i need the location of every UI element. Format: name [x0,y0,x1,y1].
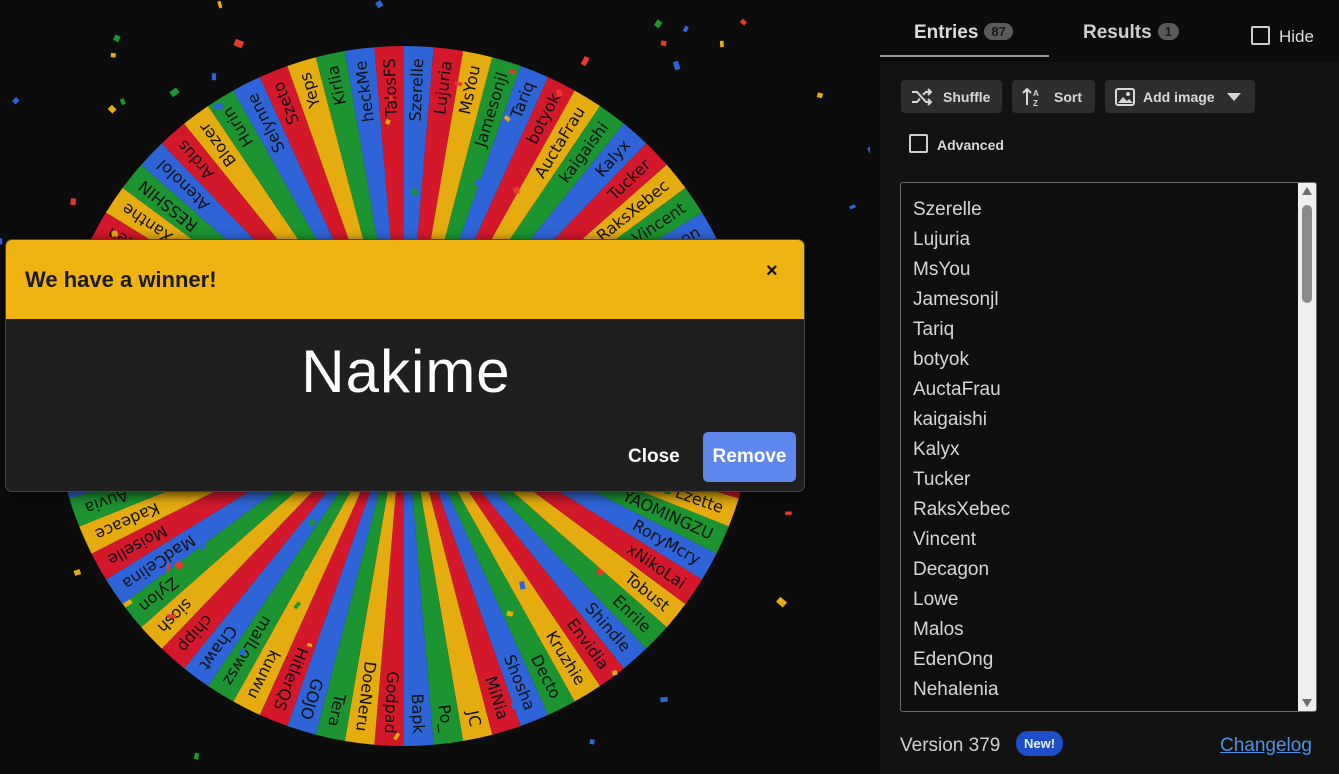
advanced-label: Advanced [937,137,1004,153]
close-icon[interactable]: × [766,260,778,283]
scroll-thumb[interactable] [1302,205,1312,303]
entry-item[interactable]: Lujuria [913,225,1010,255]
entry-item[interactable]: EdenOng [913,645,1010,675]
scroll-down-icon[interactable] [1302,699,1312,707]
wheel-label: Godpad [381,671,403,734]
entry-item[interactable]: Jamesonjl [913,285,1010,315]
dialog-title: We have a winner! [25,267,217,292]
advanced-checkbox[interactable]: Advanced [909,134,1004,153]
tab-entries[interactable]: Entries 87 [914,22,1013,44]
sort-button[interactable]: A Z Sort [1012,80,1095,113]
active-tab-indicator [880,55,1049,57]
scroll-up-icon[interactable] [1302,187,1312,195]
shuffle-label: Shuffle [943,88,991,105]
close-button[interactable]: Close [618,432,690,482]
entry-item[interactable]: Lowe [913,585,1010,615]
winner-name: Nakime [301,338,511,405]
entry-item[interactable]: Vincent [913,525,1010,555]
side-panel: Entries 87 Results 1 Hide Shuffle A Z Sort [880,0,1339,774]
wheel-label: Bapk [408,693,429,735]
tab-results[interactable]: Results 1 [1083,22,1179,44]
entries-panel: Shuffle A Z Sort Add image Advanced Szer… [880,62,1339,774]
shuffle-icon [912,87,933,106]
svg-text:Z: Z [1033,99,1038,107]
hide-checkbox[interactable]: Hide [1251,26,1314,47]
entries-textarea[interactable]: Szerelle Lujuria MsYou Jamesonjl Tariq botyok… [900,182,1317,712]
entry-item[interactable]: AuctaFrau [913,375,1010,405]
new-badge: New! [1016,731,1064,756]
checkbox-icon[interactable] [909,134,928,153]
entry-item[interactable]: RaksXebec [913,495,1010,525]
entries-count-badge: 87 [984,23,1013,40]
entry-item[interactable]: Nehalenia [913,675,1010,705]
remove-button[interactable]: Remove [703,432,796,482]
wheel-label: TalosFS [380,58,402,118]
entry-item[interactable]: botyok [913,345,1010,375]
entry-item[interactable]: MsYou [913,255,1010,285]
results-count-badge: 1 [1157,23,1179,40]
svg-text:A: A [1033,89,1039,98]
add-image-button[interactable]: Add image [1105,80,1255,113]
changelog-link[interactable]: Changelog [1220,735,1312,757]
image-icon [1115,87,1135,106]
dialog-header: We have a winner! × [6,240,804,319]
hide-label: Hide [1279,27,1314,46]
version-label: Version 379 [900,735,1001,756]
entry-item[interactable]: Tariq [913,315,1010,345]
checkbox-icon[interactable] [1251,26,1270,45]
entries-list: Szerelle Lujuria MsYou Jamesonjl Tariq botyok… [913,195,1010,705]
add-image-label: Add image [1143,88,1215,105]
entry-item[interactable]: Decagon [913,555,1010,585]
entry-item[interactable]: Malos [913,615,1010,645]
entries-scrollbar[interactable] [1298,183,1316,711]
entry-item[interactable]: kaigaishi [913,405,1010,435]
entry-item[interactable]: Tucker [913,465,1010,495]
sort-icon: A Z [1022,87,1039,107]
wheel-label: Szerelle [406,58,428,122]
tab-results-label: Results [1083,22,1152,43]
tab-entries-label: Entries [914,22,979,43]
entry-item[interactable]: Kalyx [913,435,1010,465]
entry-item[interactable]: Szerelle [913,195,1010,225]
winner-dialog: We have a winner! × Nakime Close Remove [5,239,805,492]
sort-label: Sort [1054,88,1082,105]
shuffle-button[interactable]: Shuffle [901,80,1002,113]
caret-down-icon [1226,92,1241,101]
